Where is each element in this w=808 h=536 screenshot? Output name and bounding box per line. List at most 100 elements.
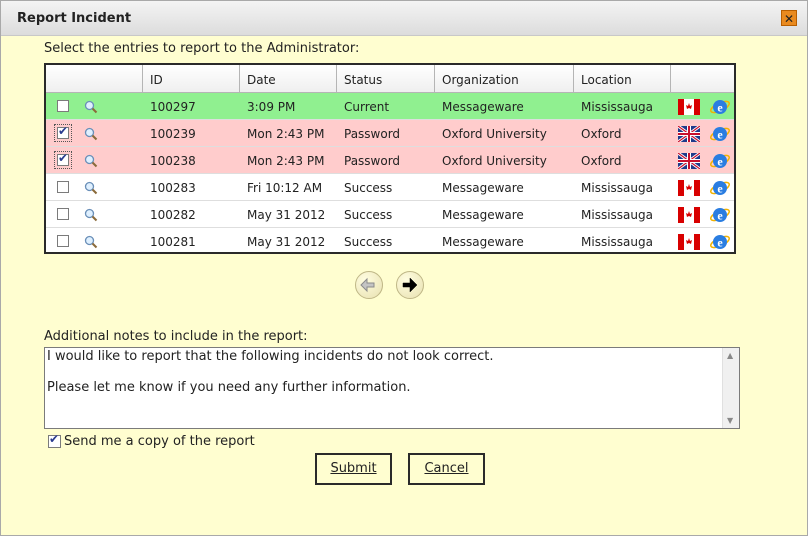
table-header: ID Date Status Organization Location bbox=[46, 65, 734, 93]
cell-org: Messageware bbox=[442, 208, 524, 222]
table-row[interactable]: 100297 3:09 PM Current Messageware Mississau… bbox=[46, 93, 734, 120]
header-location[interactable]: Location bbox=[574, 65, 671, 92]
cell-id: 100238 bbox=[150, 154, 196, 168]
internet-explorer-icon: e bbox=[710, 97, 730, 117]
table-row[interactable]: 100281 May 31 2012 Success Messageware Missi… bbox=[46, 228, 734, 252]
cell-status: Success bbox=[344, 208, 393, 222]
header-organization[interactable]: Organization bbox=[435, 65, 574, 92]
svg-text:e: e bbox=[717, 101, 723, 115]
internet-explorer-icon: e bbox=[710, 178, 730, 198]
cell-status: Success bbox=[344, 181, 393, 195]
arrow-right-icon bbox=[402, 277, 418, 293]
header-select-column bbox=[46, 65, 143, 92]
cell-status: Password bbox=[344, 127, 401, 141]
canada-flag-icon bbox=[678, 207, 700, 223]
cell-date: 3:09 PM bbox=[247, 100, 296, 114]
report-incident-dialog: Report Incident ✕ Select the entries to … bbox=[0, 0, 808, 536]
magnifier-icon[interactable] bbox=[84, 207, 98, 222]
row-checkbox[interactable]: ✔ bbox=[54, 151, 72, 169]
cell-date: Mon 2:43 PM bbox=[247, 127, 325, 141]
svg-text:e: e bbox=[717, 155, 723, 169]
cell-date: May 31 2012 bbox=[247, 208, 326, 222]
header-date[interactable]: Date bbox=[240, 65, 337, 92]
table-row[interactable]: ✔ 100239 Mon 2:43 PM Password Oxford Univers… bbox=[46, 120, 734, 147]
internet-explorer-icon: e bbox=[710, 151, 730, 171]
cell-location: Mississauga bbox=[581, 208, 653, 222]
cell-status: Current bbox=[344, 100, 390, 114]
cell-date: Fri 10:12 AM bbox=[247, 181, 323, 195]
row-checkbox[interactable] bbox=[57, 235, 69, 247]
canada-flag-icon bbox=[678, 180, 700, 196]
internet-explorer-icon: e bbox=[710, 232, 730, 252]
scroll-up-icon[interactable]: ▲ bbox=[727, 351, 733, 360]
row-checkbox[interactable] bbox=[57, 208, 69, 220]
send-copy-label: Send me a copy of the report bbox=[64, 434, 255, 449]
cell-org: Oxford University bbox=[442, 127, 547, 141]
cell-org: Oxford University bbox=[442, 154, 547, 168]
close-icon[interactable]: ✕ bbox=[781, 10, 797, 26]
cell-location: Mississauga bbox=[581, 235, 653, 249]
magnifier-icon[interactable] bbox=[84, 126, 98, 141]
checkmark-icon: ✔ bbox=[49, 432, 60, 446]
cell-status: Success bbox=[344, 235, 393, 249]
svg-text:e: e bbox=[717, 182, 723, 196]
submit-button[interactable]: Submit bbox=[315, 453, 392, 485]
send-copy-checkbox[interactable]: ✔ bbox=[48, 432, 61, 448]
table-row[interactable]: 100282 May 31 2012 Success Messageware Missi… bbox=[46, 201, 734, 228]
header-status[interactable]: Status bbox=[337, 65, 435, 92]
cancel-label: Cancel bbox=[424, 461, 469, 476]
notes-label: Additional notes to include in the repor… bbox=[44, 329, 308, 344]
cell-org: Messageware bbox=[442, 100, 524, 114]
svg-text:e: e bbox=[717, 236, 723, 250]
magnifier-icon[interactable] bbox=[84, 153, 98, 168]
svg-text:e: e bbox=[717, 209, 723, 223]
table-row[interactable]: ✔ 100238 Mon 2:43 PM Password Oxford Univers… bbox=[46, 147, 734, 174]
cell-org: Messageware bbox=[442, 181, 524, 195]
next-page-button[interactable] bbox=[396, 271, 424, 299]
canada-flag-icon bbox=[678, 99, 700, 115]
magnifier-icon[interactable] bbox=[84, 234, 98, 249]
magnifier-icon[interactable] bbox=[84, 99, 98, 114]
uk-flag-icon bbox=[677, 124, 701, 144]
notes-scrollbar[interactable]: ▲ ▼ bbox=[722, 348, 739, 428]
previous-page-button[interactable] bbox=[355, 271, 383, 299]
internet-explorer-icon: e bbox=[710, 124, 730, 144]
cell-location: Mississauga bbox=[581, 181, 653, 195]
row-checkbox[interactable] bbox=[57, 181, 69, 193]
uk-flag-icon bbox=[677, 151, 701, 171]
table-row[interactable]: 100283 Fri 10:12 AM Success Messageware Miss… bbox=[46, 174, 734, 201]
cancel-button[interactable]: Cancel bbox=[408, 453, 485, 485]
cell-id: 100297 bbox=[150, 100, 196, 114]
notes-textarea[interactable]: I would like to report that the followin… bbox=[44, 347, 740, 429]
cell-date: May 31 2012 bbox=[247, 235, 326, 249]
cell-id: 100239 bbox=[150, 127, 196, 141]
internet-explorer-icon: e bbox=[710, 205, 730, 225]
cell-org: Messageware bbox=[442, 235, 524, 249]
header-icons-column bbox=[671, 65, 734, 92]
arrow-left-icon bbox=[360, 277, 375, 293]
cell-location: Mississauga bbox=[581, 100, 653, 114]
cell-location: Oxford bbox=[581, 127, 622, 141]
cell-date: Mon 2:43 PM bbox=[247, 154, 325, 168]
row-checkbox[interactable] bbox=[57, 100, 69, 112]
cell-id: 100283 bbox=[150, 181, 196, 195]
header-id[interactable]: ID bbox=[143, 65, 240, 92]
magnifier-icon[interactable] bbox=[84, 180, 98, 195]
cell-id: 100282 bbox=[150, 208, 196, 222]
checkmark-icon: ✔ bbox=[58, 151, 69, 165]
row-checkbox[interactable]: ✔ bbox=[54, 124, 72, 142]
submit-label: Submit bbox=[330, 461, 377, 476]
canada-flag-icon bbox=[678, 234, 700, 250]
checkmark-icon: ✔ bbox=[58, 124, 69, 138]
dialog-titlebar[interactable]: Report Incident ✕ bbox=[1, 1, 807, 36]
scroll-down-icon[interactable]: ▼ bbox=[727, 416, 733, 425]
notes-line-1: I would like to report that the followin… bbox=[47, 349, 494, 364]
cell-id: 100281 bbox=[150, 235, 196, 249]
select-entries-label: Select the entries to report to the Admi… bbox=[44, 41, 360, 56]
notes-line-2: Please let me know if you need any furth… bbox=[47, 380, 411, 395]
dialog-title: Report Incident bbox=[17, 11, 132, 26]
cell-location: Oxford bbox=[581, 154, 622, 168]
cell-status: Password bbox=[344, 154, 401, 168]
incidents-table: ID Date Status Organization Location 100… bbox=[44, 63, 736, 254]
svg-text:e: e bbox=[717, 128, 723, 142]
